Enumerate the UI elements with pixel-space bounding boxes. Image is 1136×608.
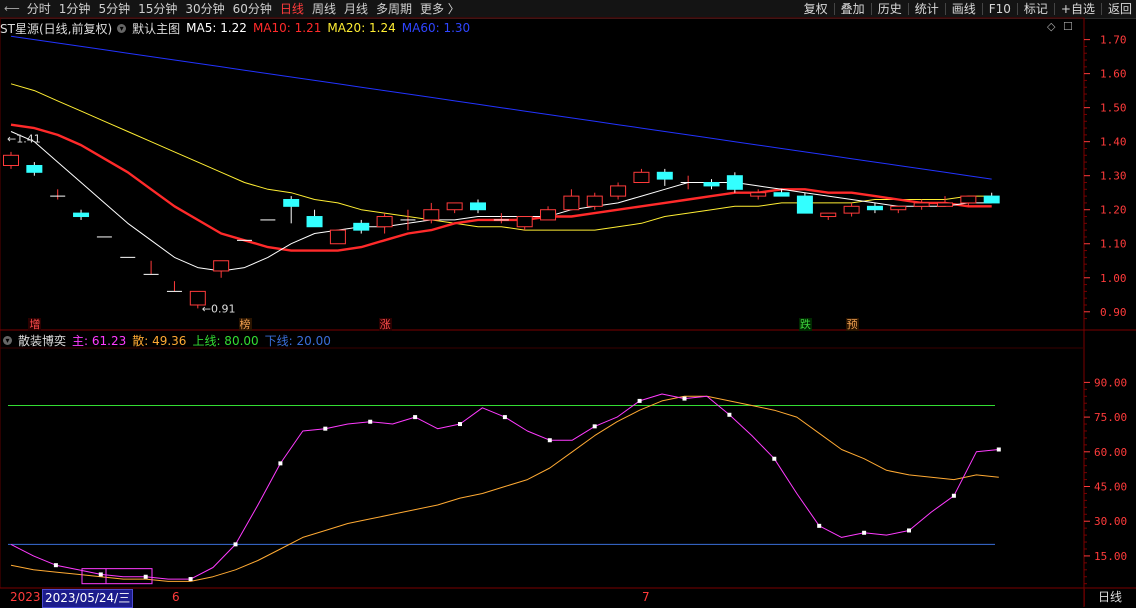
- candle-body-up: [843, 205, 860, 214]
- main-force-marker: [98, 572, 103, 577]
- candle-body-up: [913, 202, 930, 207]
- candle-body-up: [586, 195, 603, 207]
- candle-body-up: [329, 229, 346, 245]
- candle-body-down: [470, 202, 486, 211]
- candle-body-up: [633, 171, 650, 184]
- candle-body-up: [3, 154, 19, 166]
- main-force-marker: [502, 415, 507, 420]
- main-force-marker: [862, 530, 867, 535]
- candle-body-up: [750, 192, 767, 197]
- price-annotations: ←1.41 ←0.91: [7, 132, 236, 315]
- month-label-7: 7: [642, 590, 650, 604]
- oscillator-axis: 90.00 75.00 60.00 45.00 30.00 15.00: [1084, 376, 1127, 585]
- candle-body-down: [703, 182, 720, 187]
- event-tag-1[interactable]: 榜: [238, 318, 252, 331]
- period-indicator[interactable]: 日线: [1084, 589, 1135, 606]
- price-tick-label: 1.70: [1100, 34, 1127, 47]
- osc-tick-label: 60.00: [1094, 446, 1127, 459]
- high-annotation: ←1.41: [7, 132, 41, 145]
- main-force-marker: [772, 456, 777, 461]
- candle-body-up: [446, 202, 463, 211]
- candle-body-up: [563, 195, 580, 211]
- osc-tick-label: 45.00: [1094, 481, 1127, 494]
- candle-body-up: [213, 260, 230, 272]
- price-tick-label: 1.00: [1100, 272, 1127, 285]
- ma5-line: [10, 131, 992, 272]
- osc-tick-label: 30.00: [1094, 515, 1127, 528]
- main-force-marker: [637, 398, 642, 403]
- main-force-marker: [951, 493, 956, 498]
- event-tag-4[interactable]: 预: [845, 318, 859, 331]
- main-force-marker: [458, 422, 462, 427]
- ma60-line: [10, 35, 992, 180]
- main-force-marker: [53, 563, 58, 568]
- main-force-marker: [727, 412, 732, 417]
- main-force-marker: [233, 542, 238, 547]
- candle-body-up: [820, 212, 837, 218]
- candle-body-up: [423, 209, 440, 221]
- candle-body-up: [516, 216, 533, 228]
- main-force-marker: [278, 461, 283, 466]
- retail-line: [10, 395, 999, 582]
- price-tick-label: 1.30: [1100, 170, 1127, 183]
- cursor-date-box: 2023/05/24/三: [42, 589, 134, 608]
- main-force-marker: [143, 574, 148, 579]
- candle-body-down: [796, 195, 813, 214]
- month-label-6: 6: [172, 590, 180, 604]
- candle-body-down: [26, 164, 43, 173]
- main-force-marker: [188, 577, 193, 582]
- oscillator-lines: [8, 393, 1001, 585]
- price-axis: 1.70 1.60 1.50 1.40 1.30 1.20 1.10 1.00 0.90: [1084, 34, 1127, 320]
- candle-body-down: [306, 216, 323, 228]
- price-tick-label: 1.20: [1100, 204, 1127, 217]
- stock-chart-canvas[interactable]: 1.70 1.60 1.50 1.40 1.30 1.20 1.10 1.00 0.90 90.…: [0, 0, 1136, 607]
- main-force-marker: [592, 424, 597, 429]
- price-tick-label: 0.90: [1100, 306, 1127, 319]
- low-annotation: ←0.91: [202, 302, 236, 315]
- candle-body-up: [890, 205, 907, 211]
- date-year-label: 2023: [10, 590, 41, 604]
- osc-tick-label: 90.00: [1094, 376, 1127, 389]
- osc-tick-label: 75.00: [1094, 411, 1127, 424]
- candle-body-down: [283, 199, 300, 207]
- main-force-marker: [907, 528, 911, 533]
- candle-body-up: [376, 216, 393, 228]
- event-tag-2[interactable]: 涨: [378, 318, 392, 331]
- candle-body-down: [773, 192, 790, 197]
- main-force-marker: [996, 447, 1001, 452]
- main-force-marker: [413, 415, 418, 420]
- osc-tick-label: 15.00: [1094, 550, 1127, 563]
- candle-body-up: [937, 202, 953, 207]
- candle-body-down: [73, 212, 90, 218]
- candle-body-down: [353, 222, 370, 231]
- candle-body-up: [610, 185, 627, 197]
- price-tick-label: 1.10: [1100, 238, 1127, 251]
- candle-body-up: [540, 209, 557, 221]
- main-force-marker: [682, 396, 687, 401]
- price-tick-label: 1.40: [1100, 136, 1127, 149]
- main-force-marker: [323, 426, 328, 431]
- price-tick-label: 1.50: [1100, 102, 1127, 115]
- candlesticks: [3, 151, 1000, 309]
- candle-body-down: [866, 205, 883, 211]
- candle-body-down: [726, 175, 743, 190]
- candle-body-down: [983, 195, 1000, 204]
- candle-body-down: [656, 171, 673, 180]
- event-tag-0[interactable]: 增: [28, 318, 42, 331]
- main-force-marker: [817, 523, 822, 528]
- main-force-marker: [547, 438, 552, 443]
- price-tick-label: 1.60: [1100, 68, 1127, 81]
- candle-body-up: [960, 195, 977, 204]
- main-force-marker: [368, 419, 373, 424]
- event-tag-3[interactable]: 跌: [798, 318, 812, 331]
- chart-frame: [0, 17, 1085, 589]
- moving-average-lines: [10, 35, 992, 272]
- ma10-line: [10, 123, 992, 252]
